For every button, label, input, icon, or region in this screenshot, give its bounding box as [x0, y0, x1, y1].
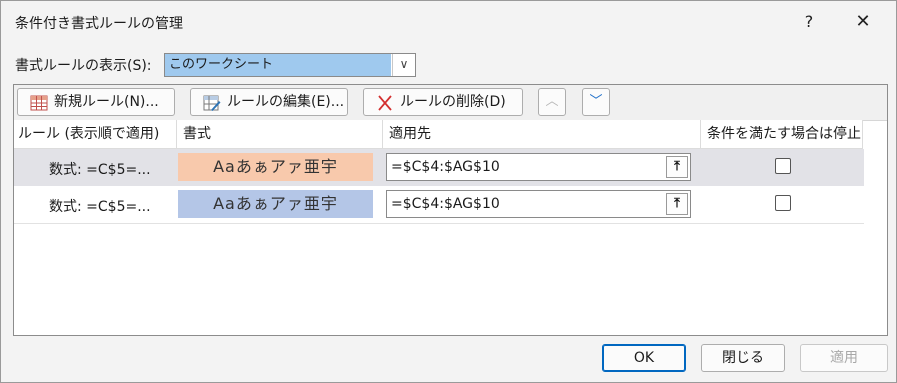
rules-panel: 新規ルール(N)... ルールの編集(E)... ルールの削除(D) ︿ ﹀ ル…: [13, 84, 888, 336]
column-header-rule: ルール (表示順で適用): [14, 120, 177, 149]
new-rule-label: 新規ルール(N)...: [54, 94, 159, 110]
new-rule-button[interactable]: 新規ルール(N)...: [17, 88, 175, 116]
delete-rule-label: ルールの削除(D): [400, 94, 506, 110]
stop-if-true-checkbox[interactable]: [775, 158, 791, 174]
rules-toolbar: 新規ルール(N)... ルールの編集(E)... ルールの削除(D) ︿ ﹀: [14, 85, 887, 121]
chevron-up-icon: ︿: [545, 94, 559, 109]
move-down-button[interactable]: ﹀: [582, 88, 610, 116]
table-new-icon: [30, 95, 48, 111]
format-preview: Aaあぁアァ亜宇: [178, 153, 373, 181]
rule-formula: 数式: =C$5=...: [49, 162, 151, 178]
rule-row[interactable]: 数式: =C$5=... Aaあぁアァ亜宇 =$C$4:$AG$10 ⤒: [14, 186, 864, 224]
collapse-dialog-icon[interactable]: ⤒: [666, 156, 688, 178]
conditional-format-dialog: 条件付き書式ルールの管理 ? ✕ 書式ルールの表示(S): このワークシート ∨…: [0, 0, 897, 383]
table-edit-icon: [203, 95, 221, 111]
scope-label: 書式ルールの表示(S):: [15, 58, 152, 74]
help-button[interactable]: ?: [787, 7, 831, 37]
scope-dropdown[interactable]: このワークシート ∨: [164, 53, 416, 77]
applies-to-value: =$C$4:$AG$10: [391, 159, 500, 175]
chevron-down-icon: ﹀: [589, 94, 603, 109]
scope-selected-value: このワークシート: [165, 54, 391, 76]
delete-rule-button[interactable]: ルールの削除(D): [363, 88, 523, 116]
column-header-stop-if-true: 条件を満たす場合は停止: [701, 120, 863, 149]
edit-rule-button[interactable]: ルールの編集(E)...: [190, 88, 348, 116]
move-up-button[interactable]: ︿: [538, 88, 566, 116]
rule-formula: 数式: =C$5=...: [49, 199, 151, 215]
chevron-down-icon[interactable]: ∨: [392, 54, 415, 76]
applies-to-field[interactable]: =$C$4:$AG$10 ⤒: [386, 190, 691, 218]
applies-to-field[interactable]: =$C$4:$AG$10 ⤒: [386, 153, 691, 181]
close-button[interactable]: 閉じる: [701, 344, 785, 372]
apply-button[interactable]: 適用: [800, 344, 888, 372]
format-preview: Aaあぁアァ亜宇: [178, 190, 373, 218]
close-icon[interactable]: ✕: [841, 7, 885, 37]
applies-to-value: =$C$4:$AG$10: [391, 196, 500, 212]
delete-x-icon: [378, 95, 392, 111]
title-bar: 条件付き書式ルールの管理 ? ✕: [1, 1, 896, 43]
rule-row[interactable]: 数式: =C$5=... Aaあぁアァ亜宇 =$C$4:$AG$10 ⤒: [14, 149, 864, 186]
stop-if-true-checkbox[interactable]: [775, 195, 791, 211]
dialog-title: 条件付き書式ルールの管理: [15, 16, 183, 32]
ok-button[interactable]: OK: [602, 344, 686, 372]
column-header-format: 書式: [177, 120, 383, 149]
edit-rule-label: ルールの編集(E)...: [227, 94, 345, 110]
column-header-applies-to: 適用先: [383, 120, 701, 149]
collapse-dialog-icon[interactable]: ⤒: [666, 193, 688, 215]
